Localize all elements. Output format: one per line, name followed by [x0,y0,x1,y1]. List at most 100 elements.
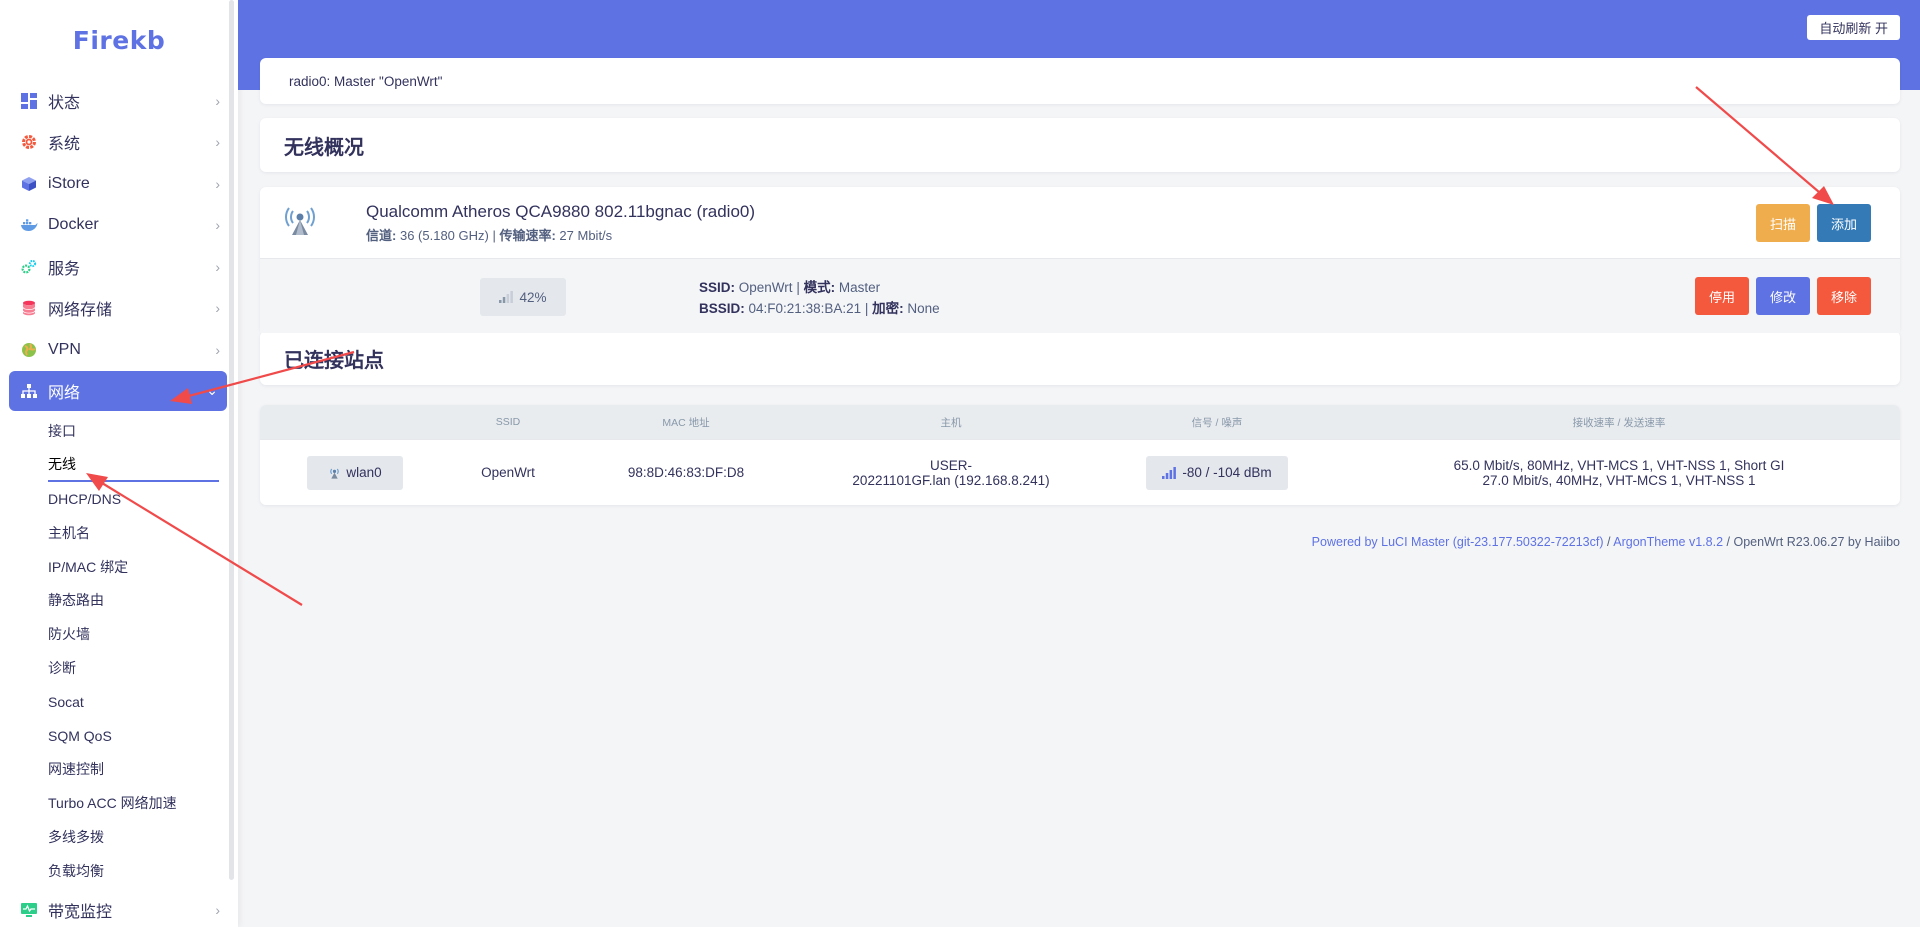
submenu-item[interactable]: 防火墙 [48,617,238,651]
sidebar-item-vpn[interactable]: VPN › [0,329,238,371]
host-line: 20221101GF.lan (192.168.8.241) [852,472,1050,488]
footer-text: / OpenWrt R23.06.27 by Haiibo [1723,535,1900,549]
iface-badge[interactable]: wlan0 [307,455,403,490]
submenu-item[interactable]: 无线 [48,448,219,483]
globe-icon [20,341,38,359]
column-header: 主机 [940,416,962,429]
encryption-value: None [907,301,940,316]
edit-button[interactable]: 修改 [1755,277,1810,315]
wifi-antenna-icon [330,468,340,479]
remove-button[interactable]: 移除 [1816,277,1871,315]
ssid-cell: OpenWrt [481,465,535,480]
chevron-right-icon: › [215,92,220,109]
rate-cell: 65.0 Mbit/s, 80MHz, VHT-MCS 1, VHT-NSS 1… [1338,458,1900,488]
network-row: 42% SSID: OpenWrt | 模式: Master BSSID: 04… [260,259,1900,333]
sidebar-item-label: 服务 [48,260,81,278]
mode-label: 模式: [803,280,836,295]
submenu-item[interactable]: DHCP/DNS [48,482,238,516]
rx-rate: 65.0 Mbit/s, 80MHz, VHT-MCS 1, VHT-NSS 1… [1453,457,1785,473]
sidebar-item-bandwidth[interactable]: 带宽监控 › [0,890,238,927]
ssid-label: SSID: [699,280,736,295]
column-header: 接收速率 / 发送速率 [1572,416,1666,429]
submenu-item[interactable]: 静态路由 [48,583,238,617]
column-header: SSID [495,416,521,428]
table-header: SSID MAC 地址 主机 信号 / 噪声 接收速率 / 发送速率 [260,405,1900,439]
docker-icon [20,216,38,234]
ssid-value: OpenWrt [738,280,793,295]
submenu-item[interactable]: 诊断 [48,651,238,685]
submenu-item[interactable]: 负载均衡 [48,854,238,888]
cube-icon [20,175,38,193]
submenu-item[interactable]: 网速控制 [48,752,238,786]
signal-cell: -80 / -104 dBm [1096,455,1338,490]
radio-details: Qualcomm Atheros QCA9880 802.11bgnac (ra… [366,202,755,244]
sidebar-item-services[interactable]: 服务 › [0,246,238,288]
sidebar-item-docker[interactable]: Docker › [0,205,238,247]
tx-rate: 27.0 Mbit/s, 40MHz, VHT-MCS 1, VHT-NSS 1 [1482,472,1756,488]
add-button[interactable]: 添加 [1816,204,1871,242]
ssid-line: SSID: OpenWrt | 模式: Master [699,280,881,295]
sidebar-item-system[interactable]: 系统 › [0,122,238,164]
host-line: USER- [929,457,972,473]
auto-refresh-button[interactable]: 自动刷新 开 [1807,15,1900,40]
channel-value: 36 (5.180 GHz) [399,227,489,243]
rate-label: 传输速率: [499,227,556,243]
rate-value: 27 Mbit/s [559,227,613,243]
submenu-item[interactable]: IP/MAC 绑定 [48,550,238,584]
scan-button[interactable]: 扫描 [1755,204,1810,242]
gear-icon [20,133,38,151]
sidebar-item-network[interactable]: 网络 ⌄ [9,370,227,411]
chevron-right-icon: › [215,134,220,151]
submenu-item[interactable]: Socat [48,685,238,719]
submenu-item[interactable]: 多线多拨 [48,820,238,854]
chevron-right-icon: › [215,902,220,919]
table-row: wlan0 OpenWrt 98:8D:46:83:DF:D8 USER- 20… [260,439,1900,505]
chevron-down-icon: ⌄ [206,382,218,398]
theme-link[interactable]: ArgonTheme v1.8.2 [1613,535,1723,549]
cogs-icon [20,258,38,276]
radio-actions: 扫描 添加 [1755,204,1871,242]
footer-separator: / [1603,535,1614,549]
mac-cell: 98:8D:46:83:DF:D8 [627,465,745,480]
sidebar: Firekb 状态 › 系统 › iStore › Docker › 服务 › … [0,0,238,927]
host-cell: USER- 20221101GF.lan (192.168.8.241) [806,458,1096,488]
submenu-item[interactable]: 接口 [48,415,238,449]
radio-card: Qualcomm Atheros QCA9880 802.11bgnac (ra… [260,187,1900,333]
bssid-label: BSSID: [699,301,745,316]
radio-info: 信道: 36 (5.180 GHz) | 传输速率: 27 Mbit/s [366,227,613,243]
sidebar-item-label: 带宽监控 [48,904,113,922]
sidebar-item-label: 网络 [48,384,81,402]
sidebar-item-label: Docker [48,216,99,234]
column-header: 信号 / 噪声 [1191,416,1243,429]
bssid-line: BSSID: 04:F0:21:38:BA:21 | 加密: None [699,301,940,316]
encryption-label: 加密: [872,301,904,316]
sidebar-item-istore[interactable]: iStore › [0,163,238,205]
submenu-item[interactable]: 主机名 [48,516,238,550]
chevron-right-icon: › [215,217,220,234]
network-submenu: 接口 无线 DHCP/DNS 主机名 IP/MAC 绑定 静态路由 防火墙 诊断 Socat SQ… [0,415,238,888]
sidebar-item-label: VPN [48,340,81,358]
page-title: 无线概况 [260,118,1900,172]
radio-name: Qualcomm Atheros QCA9880 802.11bgnac (ra… [366,201,756,221]
luci-link[interactable]: Powered by LuCI Master (git-23.177.50322… [1312,535,1604,549]
submenu-item[interactable]: SQM QoS [48,719,238,753]
bssid-value: 04:F0:21:38:BA:21 [748,301,862,316]
signal-quality: 42% [480,278,566,316]
sidebar-scrollbar[interactable] [229,0,234,880]
chevron-right-icon: › [215,300,220,317]
stations-title: 已连接站点 [260,331,1900,385]
signal-badge: -80 / -104 dBm [1146,455,1288,490]
disable-button[interactable]: 停用 [1694,277,1749,315]
submenu-item[interactable]: Turbo ACC 网络加速 [48,786,238,820]
sidebar-item-label: iStore [48,174,90,192]
network-info: SSID: OpenWrt | 模式: Master BSSID: 04:F0:… [699,277,940,319]
sidebar-item-nas[interactable]: 网络存储 › [0,288,238,330]
wifi-antenna-icon [284,206,318,239]
chevron-right-icon: › [215,258,220,275]
iface-cell: wlan0 [260,455,450,490]
sidebar-item-label: 系统 [48,136,81,154]
logo[interactable]: Firekb [0,0,238,80]
channel-label: 信道: [366,227,397,243]
sidebar-item-status[interactable]: 状态 › [0,80,238,122]
main-content: radio0: Master "OpenWrt" 无线概况 Qualcomm A… [260,58,1900,549]
